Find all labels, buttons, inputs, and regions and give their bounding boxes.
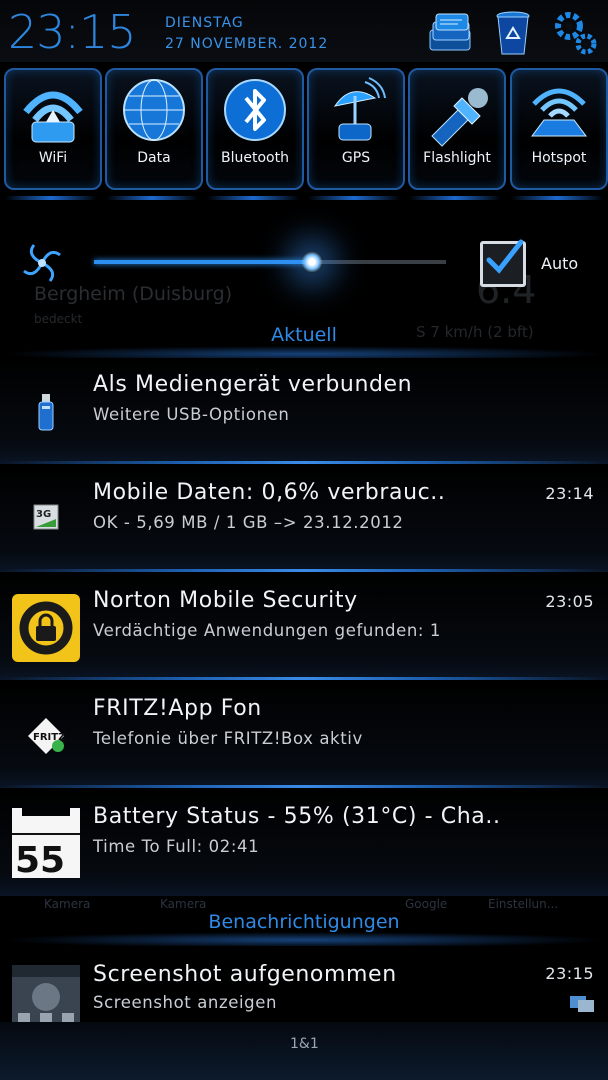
auto-brightness-checkbox[interactable] [480,239,526,287]
checkmark-icon [486,239,524,274]
auto-brightness-label: Auto [541,254,579,273]
toggle-gps[interactable]: GPS [307,68,405,190]
toggle-hotspot-indicator [511,196,603,200]
toggle-label: WiFi [38,150,68,166]
notification-subtitle: Time To Full: 02:41 [93,837,260,856]
brightness-control: Auto [0,225,608,305]
notification-title: Battery Status - 55% (31°C) - Cha.. [93,804,501,829]
notification-time: 23:15 [545,964,594,983]
notification-subtitle: Telefonie über FRITZ!Box aktiv [93,729,363,748]
ghost-label: Einstellun... [488,897,559,911]
toggle-hotspot[interactable]: Hotspot [510,68,608,190]
svg-text:3G: 3G [36,509,51,520]
settings-gears-icon[interactable] [550,8,600,58]
norton-lock-icon [12,594,80,662]
toggle-label: Hotspot [531,150,587,166]
ghost-label: Kamera [160,897,207,911]
globe-icon [123,79,185,141]
ghost-label: Google [405,897,448,911]
toggle-data-indicator [106,196,198,200]
notification-title: Als Mediengerät verbunden [93,372,413,397]
section-header-notifications: Benachrichtigungen [208,911,400,933]
ghost-label: Kamera [44,897,91,911]
notification-subtitle: OK - 5,69 MB / 1 GB –> 23.12.2012 [93,513,404,532]
toggle-data[interactable]: Data [105,68,203,190]
toggle-flashlight[interactable]: Flashlight [408,68,506,190]
bluetooth-icon [224,79,286,141]
recycle-bin-icon[interactable] [488,8,538,58]
section-header-current: Aktuell [271,324,337,346]
notification-title: Norton Mobile Security [93,588,358,613]
notification-separator [0,461,608,464]
toggle-label: Data [137,150,171,166]
3g-icon: 3G [33,504,59,530]
toggle-label: GPS [341,150,371,166]
toggle-wifi-indicator [5,196,97,200]
day-name: DIENSTAG [165,15,244,31]
toggle-gps-indicator [308,196,400,200]
notification-title: FRITZ!App Fon [93,696,262,721]
satellite-icon [333,77,386,141]
toggle-label: Flashlight [423,150,491,166]
gallery-small-icon [570,996,594,1012]
notification-battery[interactable]: 55 Battery Status - 55% (31°C) - Cha.. T… [0,790,608,896]
brightness-slider-thumb[interactable] [301,251,323,273]
battery-level-text: 55 [15,840,65,878]
notification-separator [0,569,608,572]
toggle-flashlight-indicator [409,196,501,200]
notification-fritz[interactable]: FRITZ! FRITZ!App Fon Telefonie über FRIT… [0,682,608,788]
notification-time: 23:05 [545,592,594,611]
wifi-icon [23,91,83,143]
toggle-bluetooth[interactable]: Bluetooth [206,68,304,190]
notification-separator [0,677,608,680]
hotspot-icon [531,88,587,137]
screenshot-thumbnail-icon [12,965,80,1027]
toggle-label: Bluetooth [221,150,289,166]
notification-subtitle: Weitere USB-Optionen [93,405,290,424]
fritz-icon: FRITZ! [28,718,66,754]
brightness-swirl-icon [23,244,61,282]
brightness-slider-fill [94,260,312,264]
status-header: 23:15 DIENSTAG 27 NOVEMBER. 2012 [0,0,608,62]
quick-toggles: WiFi Data Bluetooth GPS Flashlight Hotsp… [0,62,608,212]
notification-title: Mobile Daten: 0,6% verbrauc.. [93,480,446,505]
notification-norton[interactable]: Norton Mobile Security Verdächtige Anwen… [0,574,608,680]
flashlight-icon [431,88,488,147]
toggle-wifi[interactable]: WiFi [4,68,102,190]
notification-screenshot[interactable]: Screenshot aufgenommen Screenshot anzeig… [0,946,608,1027]
toggle-bluetooth-indicator [207,196,299,200]
notification-mobile-data[interactable]: 3G Mobile Daten: 0,6% verbrauc.. OK - 5,… [0,466,608,572]
clock-time: 23:15 [8,5,137,59]
usb-icon [38,394,54,431]
battery-55-icon: 55 [12,808,80,878]
notification-stack-icon[interactable] [424,8,474,58]
notification-subtitle: Screenshot anzeigen [93,993,278,1012]
notification-separator [0,785,608,788]
notification-subtitle: Verdächtige Anwendungen gefunden: 1 [93,621,441,640]
date-text: 27 NOVEMBER. 2012 [165,36,329,52]
carrier-label: 1&1 [290,1036,319,1052]
notification-title: Screenshot aufgenommen [93,962,397,987]
notification-time: 23:14 [545,484,594,503]
notification-usb[interactable]: Als Mediengerät verbunden Weitere USB-Op… [0,358,608,464]
